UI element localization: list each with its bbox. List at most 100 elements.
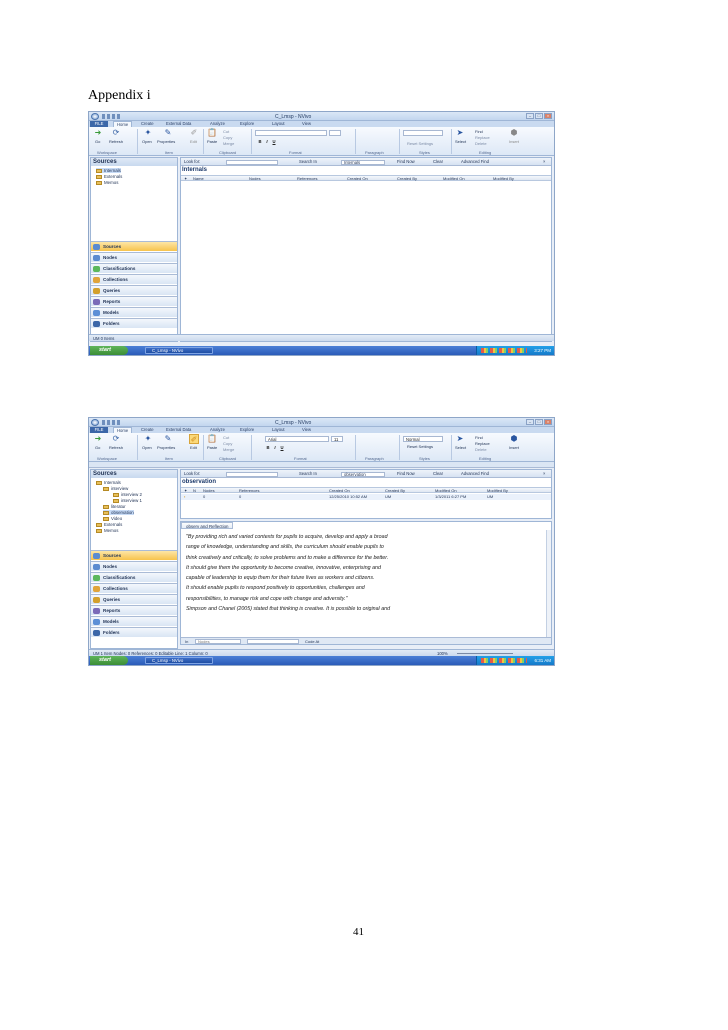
go-button[interactable]: Go bbox=[95, 139, 100, 144]
merge-button[interactable]: Merge bbox=[223, 141, 234, 146]
minimize-icon[interactable]: – bbox=[526, 419, 534, 425]
taskbar-item-nvivo[interactable]: C_Lmsp - NVivo bbox=[145, 347, 213, 354]
quick-access-toolbar[interactable] bbox=[102, 114, 122, 119]
copy-button[interactable]: Copy bbox=[223, 135, 232, 140]
minimize-icon[interactable]: – bbox=[526, 113, 534, 119]
col-modified-by[interactable]: Modified By bbox=[493, 176, 514, 182]
col-references[interactable]: References bbox=[297, 176, 317, 182]
open-button[interactable]: Open bbox=[142, 445, 152, 450]
advanced-find-button[interactable]: Advanced Find bbox=[461, 158, 489, 166]
nav-button-folders[interactable]: Folders bbox=[91, 627, 177, 637]
nav-button-classifications[interactable]: Classifications bbox=[91, 572, 177, 582]
go-button[interactable]: Go bbox=[95, 445, 100, 450]
look-for-input[interactable] bbox=[226, 471, 278, 477]
tree-item-externals[interactable]: Externals bbox=[96, 522, 122, 527]
font-size-select[interactable] bbox=[329, 130, 341, 136]
col-nodes[interactable]: Nodes bbox=[249, 176, 261, 182]
italic-button[interactable]: I bbox=[272, 445, 278, 451]
nav-button-queries[interactable]: Queries bbox=[91, 594, 177, 604]
refresh-icon[interactable]: ⟳ bbox=[111, 128, 121, 138]
properties-button[interactable]: Properties bbox=[157, 445, 175, 450]
go-icon[interactable]: ➜ bbox=[93, 434, 103, 444]
table-row[interactable]: ▪ 0 0 12/25/2010 10:52 AM UM 1/3/2011 6:… bbox=[181, 494, 551, 500]
col-created-on[interactable]: Created On bbox=[347, 176, 368, 182]
close-find-icon[interactable]: × bbox=[543, 470, 545, 478]
copy-button[interactable]: Copy bbox=[223, 441, 232, 446]
insert-icon[interactable]: ⬢ bbox=[509, 128, 519, 138]
tree-item-observation[interactable]: observation bbox=[103, 510, 134, 515]
select-button[interactable]: Select bbox=[455, 445, 466, 450]
search-in-dropdown[interactable]: Search In bbox=[299, 158, 317, 166]
maximize-icon[interactable]: □ bbox=[535, 113, 543, 119]
look-for-input[interactable] bbox=[226, 159, 278, 165]
in-nodes-select[interactable]: Nodes bbox=[195, 639, 241, 644]
tree-item-interview-1[interactable]: interview 1 bbox=[113, 498, 142, 503]
style-select[interactable] bbox=[403, 130, 443, 136]
nav-button-nodes[interactable]: Nodes bbox=[91, 252, 177, 262]
insert-button[interactable]: Insert bbox=[509, 139, 519, 144]
tree-item-memos[interactable]: Memos bbox=[96, 528, 118, 533]
maximize-icon[interactable]: □ bbox=[535, 419, 543, 425]
refresh-button[interactable]: Refresh bbox=[109, 445, 123, 450]
font-select[interactable]: Arial bbox=[265, 436, 329, 442]
bold-button[interactable]: B bbox=[257, 139, 263, 145]
nav-button-reports[interactable]: Reports bbox=[91, 296, 177, 306]
app-menu-button[interactable] bbox=[91, 419, 99, 426]
delete-button[interactable]: Delete bbox=[475, 447, 487, 452]
reset-settings-button[interactable]: Reset Settings bbox=[407, 444, 433, 449]
edit-button[interactable]: Edit bbox=[190, 445, 197, 450]
nav-button-reports[interactable]: Reports bbox=[91, 605, 177, 615]
nav-button-models[interactable]: Models bbox=[91, 307, 177, 317]
search-in-dropdown[interactable]: Search In bbox=[299, 470, 317, 478]
code-input[interactable] bbox=[247, 639, 299, 644]
paste-icon[interactable]: 📋 bbox=[207, 434, 217, 444]
nav-button-queries[interactable]: Queries bbox=[91, 285, 177, 295]
taskbar-item-nvivo[interactable]: C_Lmsp - NVivo bbox=[145, 657, 213, 664]
tree-item-internals[interactable]: Internals bbox=[96, 168, 121, 173]
tree-item-video[interactable]: Video bbox=[103, 516, 122, 521]
insert-icon[interactable]: ⬢ bbox=[509, 434, 519, 444]
start-button[interactable]: start bbox=[90, 346, 128, 355]
close-icon[interactable]: × bbox=[544, 113, 552, 119]
app-menu-button[interactable] bbox=[91, 113, 99, 120]
properties-icon[interactable]: ✎ bbox=[163, 434, 173, 444]
col-name[interactable]: Name bbox=[193, 176, 204, 182]
paste-button[interactable]: Paste bbox=[207, 139, 217, 144]
italic-button[interactable]: I bbox=[264, 139, 270, 145]
nav-button-collections[interactable]: Collections bbox=[91, 583, 177, 593]
col-created-by[interactable]: Created By bbox=[397, 176, 417, 182]
delete-button[interactable]: Delete bbox=[475, 141, 487, 146]
properties-icon[interactable]: ✎ bbox=[163, 128, 173, 138]
nav-button-sources[interactable]: Sources bbox=[91, 241, 177, 251]
zoom-slider[interactable] bbox=[457, 653, 513, 654]
search-in-value[interactable]: Internals bbox=[341, 159, 385, 165]
cut-button[interactable]: Cut bbox=[223, 435, 229, 440]
detail-tab[interactable]: observ and Reflection bbox=[181, 522, 234, 529]
select-icon[interactable]: ➤ bbox=[455, 128, 465, 138]
replace-button[interactable]: Replace bbox=[475, 135, 490, 140]
find-now-button[interactable]: Find Now bbox=[397, 470, 415, 478]
edit-icon[interactable]: ✐ bbox=[189, 128, 199, 138]
search-in-value[interactable]: observation bbox=[341, 471, 385, 477]
merge-button[interactable]: Merge bbox=[223, 447, 234, 452]
tree-item-internals[interactable]: Internals bbox=[96, 480, 121, 485]
underline-button[interactable]: U bbox=[271, 139, 277, 145]
edit-button[interactable]: Edit bbox=[190, 139, 197, 144]
open-icon[interactable]: ✦ bbox=[143, 128, 153, 138]
nav-button-sources[interactable]: Sources bbox=[91, 550, 177, 560]
start-button[interactable]: start bbox=[90, 656, 128, 665]
tree-item-interview-2[interactable]: interview 2 bbox=[113, 492, 142, 497]
open-button[interactable]: Open bbox=[142, 139, 152, 144]
refresh-button[interactable]: Refresh bbox=[109, 139, 123, 144]
nav-button-models[interactable]: Models bbox=[91, 616, 177, 626]
font-select[interactable] bbox=[255, 130, 327, 136]
advanced-find-button[interactable]: Advanced Find bbox=[461, 470, 489, 478]
select-icon[interactable]: ➤ bbox=[455, 434, 465, 444]
vertical-scrollbar[interactable] bbox=[546, 530, 551, 644]
quick-access-toolbar[interactable] bbox=[102, 420, 122, 425]
font-size-select[interactable]: 11 bbox=[331, 436, 343, 442]
style-select[interactable]: Normal bbox=[403, 436, 443, 442]
nav-button-folders[interactable]: Folders bbox=[91, 318, 177, 328]
go-icon[interactable]: ➜ bbox=[93, 128, 103, 138]
tree-item-externals[interactable]: Externals bbox=[96, 174, 122, 179]
